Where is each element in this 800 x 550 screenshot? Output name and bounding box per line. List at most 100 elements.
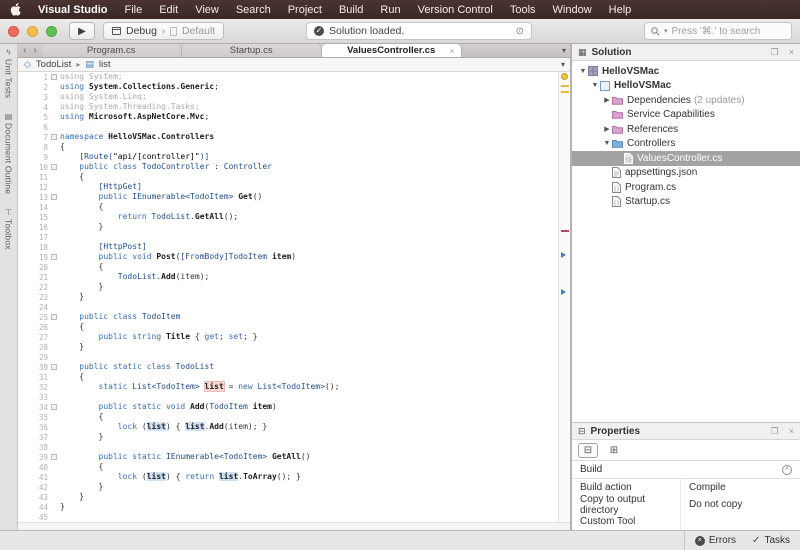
code-line[interactable]: 25 public class TodoItem [18, 312, 558, 322]
fold-marker-icon[interactable] [51, 254, 57, 260]
code-line[interactable]: 10 public class TodoController : Control… [18, 162, 558, 172]
properties-section-build[interactable]: Build ^ [572, 461, 800, 479]
code-line[interactable]: 45 [18, 512, 558, 522]
chevron-down-icon[interactable]: ▼ [578, 68, 588, 75]
code-line[interactable]: 6 [18, 122, 558, 132]
code-line[interactable]: 2using System.Collections.Generic; [18, 82, 558, 92]
dock-tab-document-outline[interactable]: ▤Document Outline [4, 112, 14, 194]
code-line[interactable]: 41 lock (list) { return list.ToArray(); … [18, 472, 558, 482]
code-line[interactable]: 40 { [18, 462, 558, 472]
menu-item-project[interactable]: Project [288, 4, 322, 16]
dock-pad-icon[interactable]: ❐ [771, 426, 779, 437]
menu-item-search[interactable]: Search [236, 4, 271, 16]
code-line[interactable]: 24 [18, 302, 558, 312]
tab-program.cs[interactable]: Program.cs [42, 44, 182, 57]
menu-item-run[interactable]: Run [380, 4, 400, 16]
chevron-right-icon[interactable]: ▶ [602, 96, 612, 104]
navigate-forward-button[interactable]: › [33, 45, 36, 56]
code-line[interactable]: 4using System.Threading.Tasks; [18, 102, 558, 112]
tree-item-controllers[interactable]: ▼Controllers [572, 137, 800, 152]
overview-ruler[interactable] [558, 72, 570, 522]
code-line[interactable]: 29 [18, 352, 558, 362]
code-line[interactable]: 21 TodoList.Add(item); [18, 272, 558, 282]
global-search-input[interactable]: ▾ Press '⌘.' to search [644, 22, 792, 40]
code-line[interactable]: 1using System; [18, 72, 558, 82]
tree-item-startup-cs[interactable]: {}Startup.cs [572, 195, 800, 210]
chevron-down-icon[interactable]: ▼ [590, 82, 600, 89]
horizontal-scrollbar[interactable] [18, 522, 570, 530]
property-value[interactable]: Compile [680, 479, 800, 496]
status-target-icon[interactable]: ⊙ [516, 26, 524, 37]
code-line[interactable]: 9 [Route("api/[controller]")] [18, 152, 558, 162]
code-line[interactable]: 12 [HttpGet] [18, 182, 558, 192]
fold-marker-icon[interactable] [51, 454, 57, 460]
menu-item-edit[interactable]: Edit [159, 4, 178, 16]
code-line[interactable]: 31 { [18, 372, 558, 382]
run-configuration-selector[interactable]: Debug › Default [103, 22, 224, 40]
chevron-down-icon[interactable]: ▼ [602, 140, 612, 147]
code-line[interactable]: 35 { [18, 412, 558, 422]
breadcrumb-member[interactable]: list [99, 59, 111, 70]
tab-startup.cs[interactable]: Startup.cs [182, 44, 322, 57]
code-line[interactable]: 7namespace HelloVSMac.Controllers [18, 132, 558, 142]
fold-marker-icon[interactable] [51, 194, 57, 200]
code-line[interactable]: 15 return TodoList.GetAll(); [18, 212, 558, 222]
tree-item-hellovsmac[interactable]: ▼HelloVSMac [572, 79, 800, 94]
tree-item-dependencies[interactable]: ▶Dependencies(2 updates) [572, 93, 800, 108]
menu-item-view[interactable]: View [195, 4, 219, 16]
close-tab-icon[interactable]: × [449, 46, 454, 56]
apple-icon[interactable] [10, 3, 21, 16]
tab-valuescontroller.cs[interactable]: ValuesController.cs× [322, 44, 462, 57]
code-line[interactable]: 17 [18, 232, 558, 242]
code-line[interactable]: 27 public string Title { get; set; } [18, 332, 558, 342]
fold-marker-icon[interactable] [51, 74, 57, 80]
code-line[interactable]: 38 [18, 442, 558, 452]
fold-marker-icon[interactable] [51, 164, 57, 170]
code-line[interactable]: 20 { [18, 262, 558, 272]
code-line[interactable]: 16 } [18, 222, 558, 232]
code-line[interactable]: 8{ [18, 142, 558, 152]
app-name[interactable]: Visual Studio [38, 4, 107, 16]
code-line[interactable]: 14 { [18, 202, 558, 212]
code-line[interactable]: 37 } [18, 432, 558, 442]
list-view-button[interactable]: ⊟ [578, 443, 598, 458]
tree-item-appsettings-json[interactable]: appsettings.json [572, 166, 800, 181]
menu-item-build[interactable]: Build [339, 4, 363, 16]
grid-view-button[interactable]: ⊞ [604, 443, 624, 458]
tree-item-valuescontroller-cs[interactable]: {}ValuesController.cs [572, 151, 800, 166]
menu-item-version-control[interactable]: Version Control [418, 4, 493, 16]
code-line[interactable]: 19 public void Post([FromBody]TodoItem i… [18, 252, 558, 262]
code-line[interactable]: 22 } [18, 282, 558, 292]
close-window-button[interactable] [8, 26, 19, 37]
tree-item-program-cs[interactable]: {}Program.cs [572, 180, 800, 195]
breadcrumb-class[interactable]: TodoList [36, 59, 71, 70]
code-line[interactable]: 18 [HttpPost] [18, 242, 558, 252]
tree-item-hellovsmac[interactable]: ▼HelloVSMac [572, 64, 800, 79]
menu-item-tools[interactable]: Tools [510, 4, 536, 16]
code-line[interactable]: 36 lock (list) { list.Add(item); } [18, 422, 558, 432]
dock-tab-toolbox[interactable]: ⊤Toolbox [4, 208, 14, 250]
menu-item-window[interactable]: Window [553, 4, 592, 16]
code-line[interactable]: 32 static List<TodoItem> list = new List… [18, 382, 558, 392]
run-button[interactable]: ▶ [69, 22, 95, 40]
tree-item-references[interactable]: ▶References [572, 122, 800, 137]
tasks-button[interactable]: ✓ Tasks [752, 535, 790, 546]
code-line[interactable]: 11 { [18, 172, 558, 182]
breadcrumb-caret-icon[interactable]: ▾ [561, 60, 565, 69]
code-line[interactable]: 43 } [18, 492, 558, 502]
code-line[interactable]: 13 public IEnumerable<TodoItem> Get() [18, 192, 558, 202]
code-line[interactable]: 39 public static IEnumerable<TodoItem> G… [18, 452, 558, 462]
close-pad-icon[interactable]: × [789, 426, 794, 436]
fold-marker-icon[interactable] [51, 134, 57, 140]
code-editor[interactable]: 1using System;2using System.Collections.… [18, 72, 570, 522]
errors-button[interactable]: × Errors [695, 535, 736, 546]
navigate-back-button[interactable]: ‹ [23, 45, 26, 56]
zoom-window-button[interactable] [46, 26, 57, 37]
code-line[interactable]: 33 [18, 392, 558, 402]
chevron-right-icon[interactable]: ▶ [602, 125, 612, 133]
dock-pad-icon[interactable]: ❐ [771, 47, 779, 58]
fold-marker-icon[interactable] [51, 314, 57, 320]
code-line[interactable]: 23 } [18, 292, 558, 302]
code-line[interactable]: 44} [18, 502, 558, 512]
code-line[interactable]: 5using Microsoft.AspNetCore.Mvc; [18, 112, 558, 122]
